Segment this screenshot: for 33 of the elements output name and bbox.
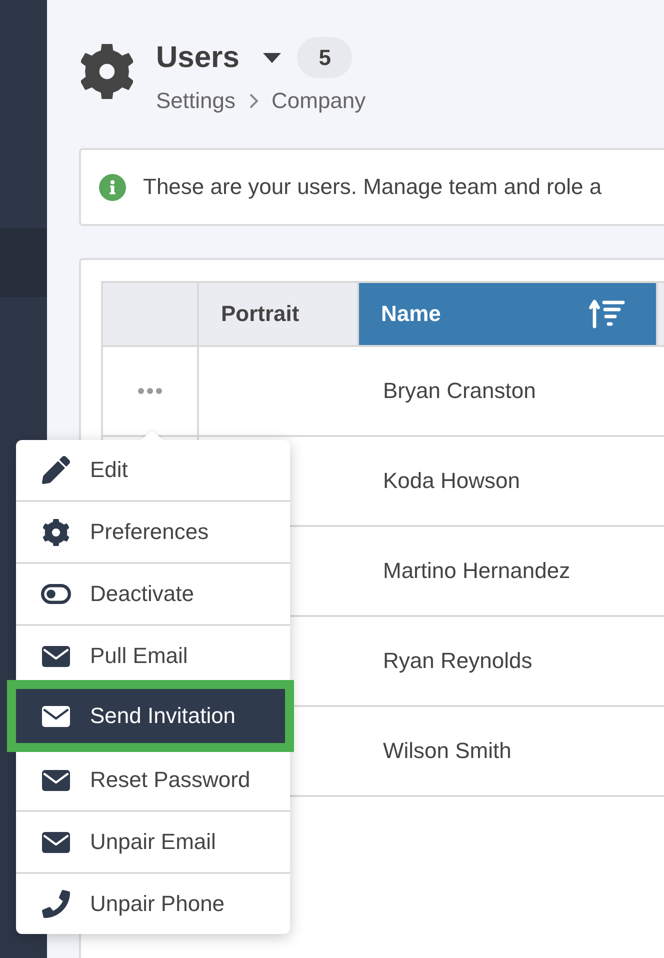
- count-badge: 5: [297, 37, 352, 78]
- table-cell-text: Martino Hernandez: [382, 557, 572, 585]
- breadcrumb-link[interactable]: Settings: [156, 88, 236, 114]
- menu-item[interactable]: Unpair Email: [16, 810, 290, 872]
- menu-item[interactable]: Send Invitation: [7, 680, 294, 752]
- pencil-icon: [42, 456, 70, 484]
- envelope-icon: [42, 646, 70, 666]
- caret-down-icon[interactable]: [263, 52, 282, 62]
- info-icon: [99, 174, 126, 200]
- table-cell-text: Bryan Cranston: [382, 377, 537, 405]
- table-cell-text: Koda Howson: [382, 467, 521, 495]
- menu-item[interactable]: Reset Password: [16, 748, 290, 810]
- info-text: These are your users. Manage team and role a: [143, 174, 602, 200]
- more-icon[interactable]: [138, 388, 162, 394]
- menu-item[interactable]: Preferences: [16, 500, 290, 562]
- gear-icon: [81, 44, 133, 99]
- sort-icon[interactable]: [589, 299, 625, 329]
- envelope-icon: [42, 770, 70, 790]
- gear-icon: [43, 518, 69, 546]
- envelope-icon: [42, 832, 70, 852]
- menu-item[interactable]: Unpair Phone: [16, 872, 290, 934]
- table-cell-text: Wilson Smith: [382, 737, 512, 765]
- column-header[interactable]: Name: [359, 283, 658, 345]
- table-row[interactable]: Bryan Cranston: [103, 347, 664, 437]
- phone-icon: [42, 890, 70, 918]
- menu-item[interactable]: Deactivate: [16, 562, 290, 624]
- chevron-right-icon: [248, 93, 258, 109]
- column-header[interactable]: Portrait: [199, 283, 359, 345]
- page-title: Users: [156, 40, 240, 76]
- toggle-icon: [41, 584, 71, 604]
- envelope-icon: [42, 706, 70, 726]
- table-cell-text: Ryan Reynolds: [382, 647, 534, 675]
- breadcrumb-current: Company: [272, 88, 366, 114]
